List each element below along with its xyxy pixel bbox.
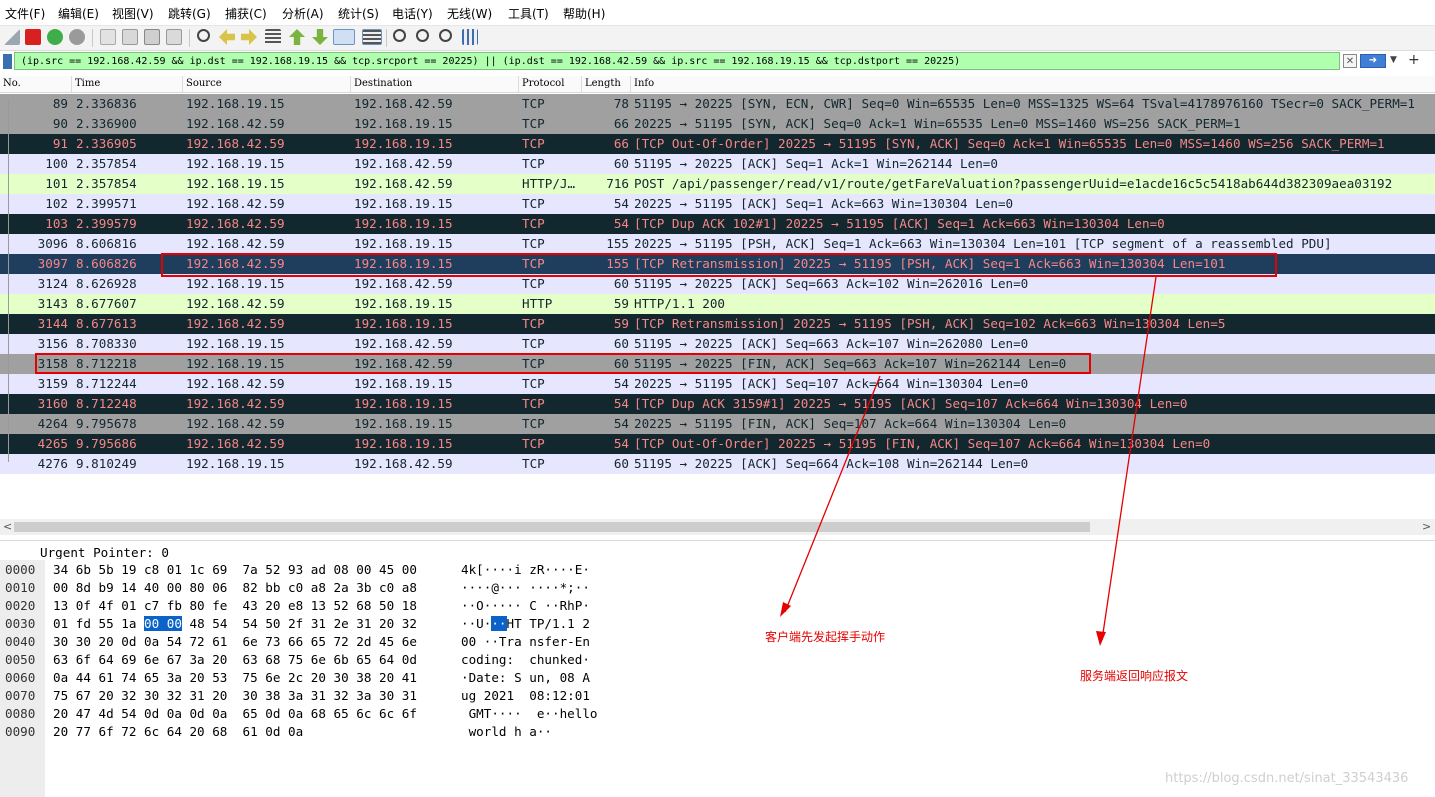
client-arrow-line <box>784 375 881 613</box>
client-fin-annotation: 客户端先发起挥手动作 <box>765 630 886 644</box>
annotation-arrows <box>780 276 1157 646</box>
client-arrowhead-icon <box>780 602 791 617</box>
watermark-text: https://blog.csdn.net/sinat_33543436 <box>1165 771 1409 786</box>
server-arrowhead-icon <box>1096 631 1106 646</box>
server-arrow-line <box>1101 276 1157 641</box>
server-response-annotation: 服务端返回响应报文 <box>1080 669 1189 683</box>
